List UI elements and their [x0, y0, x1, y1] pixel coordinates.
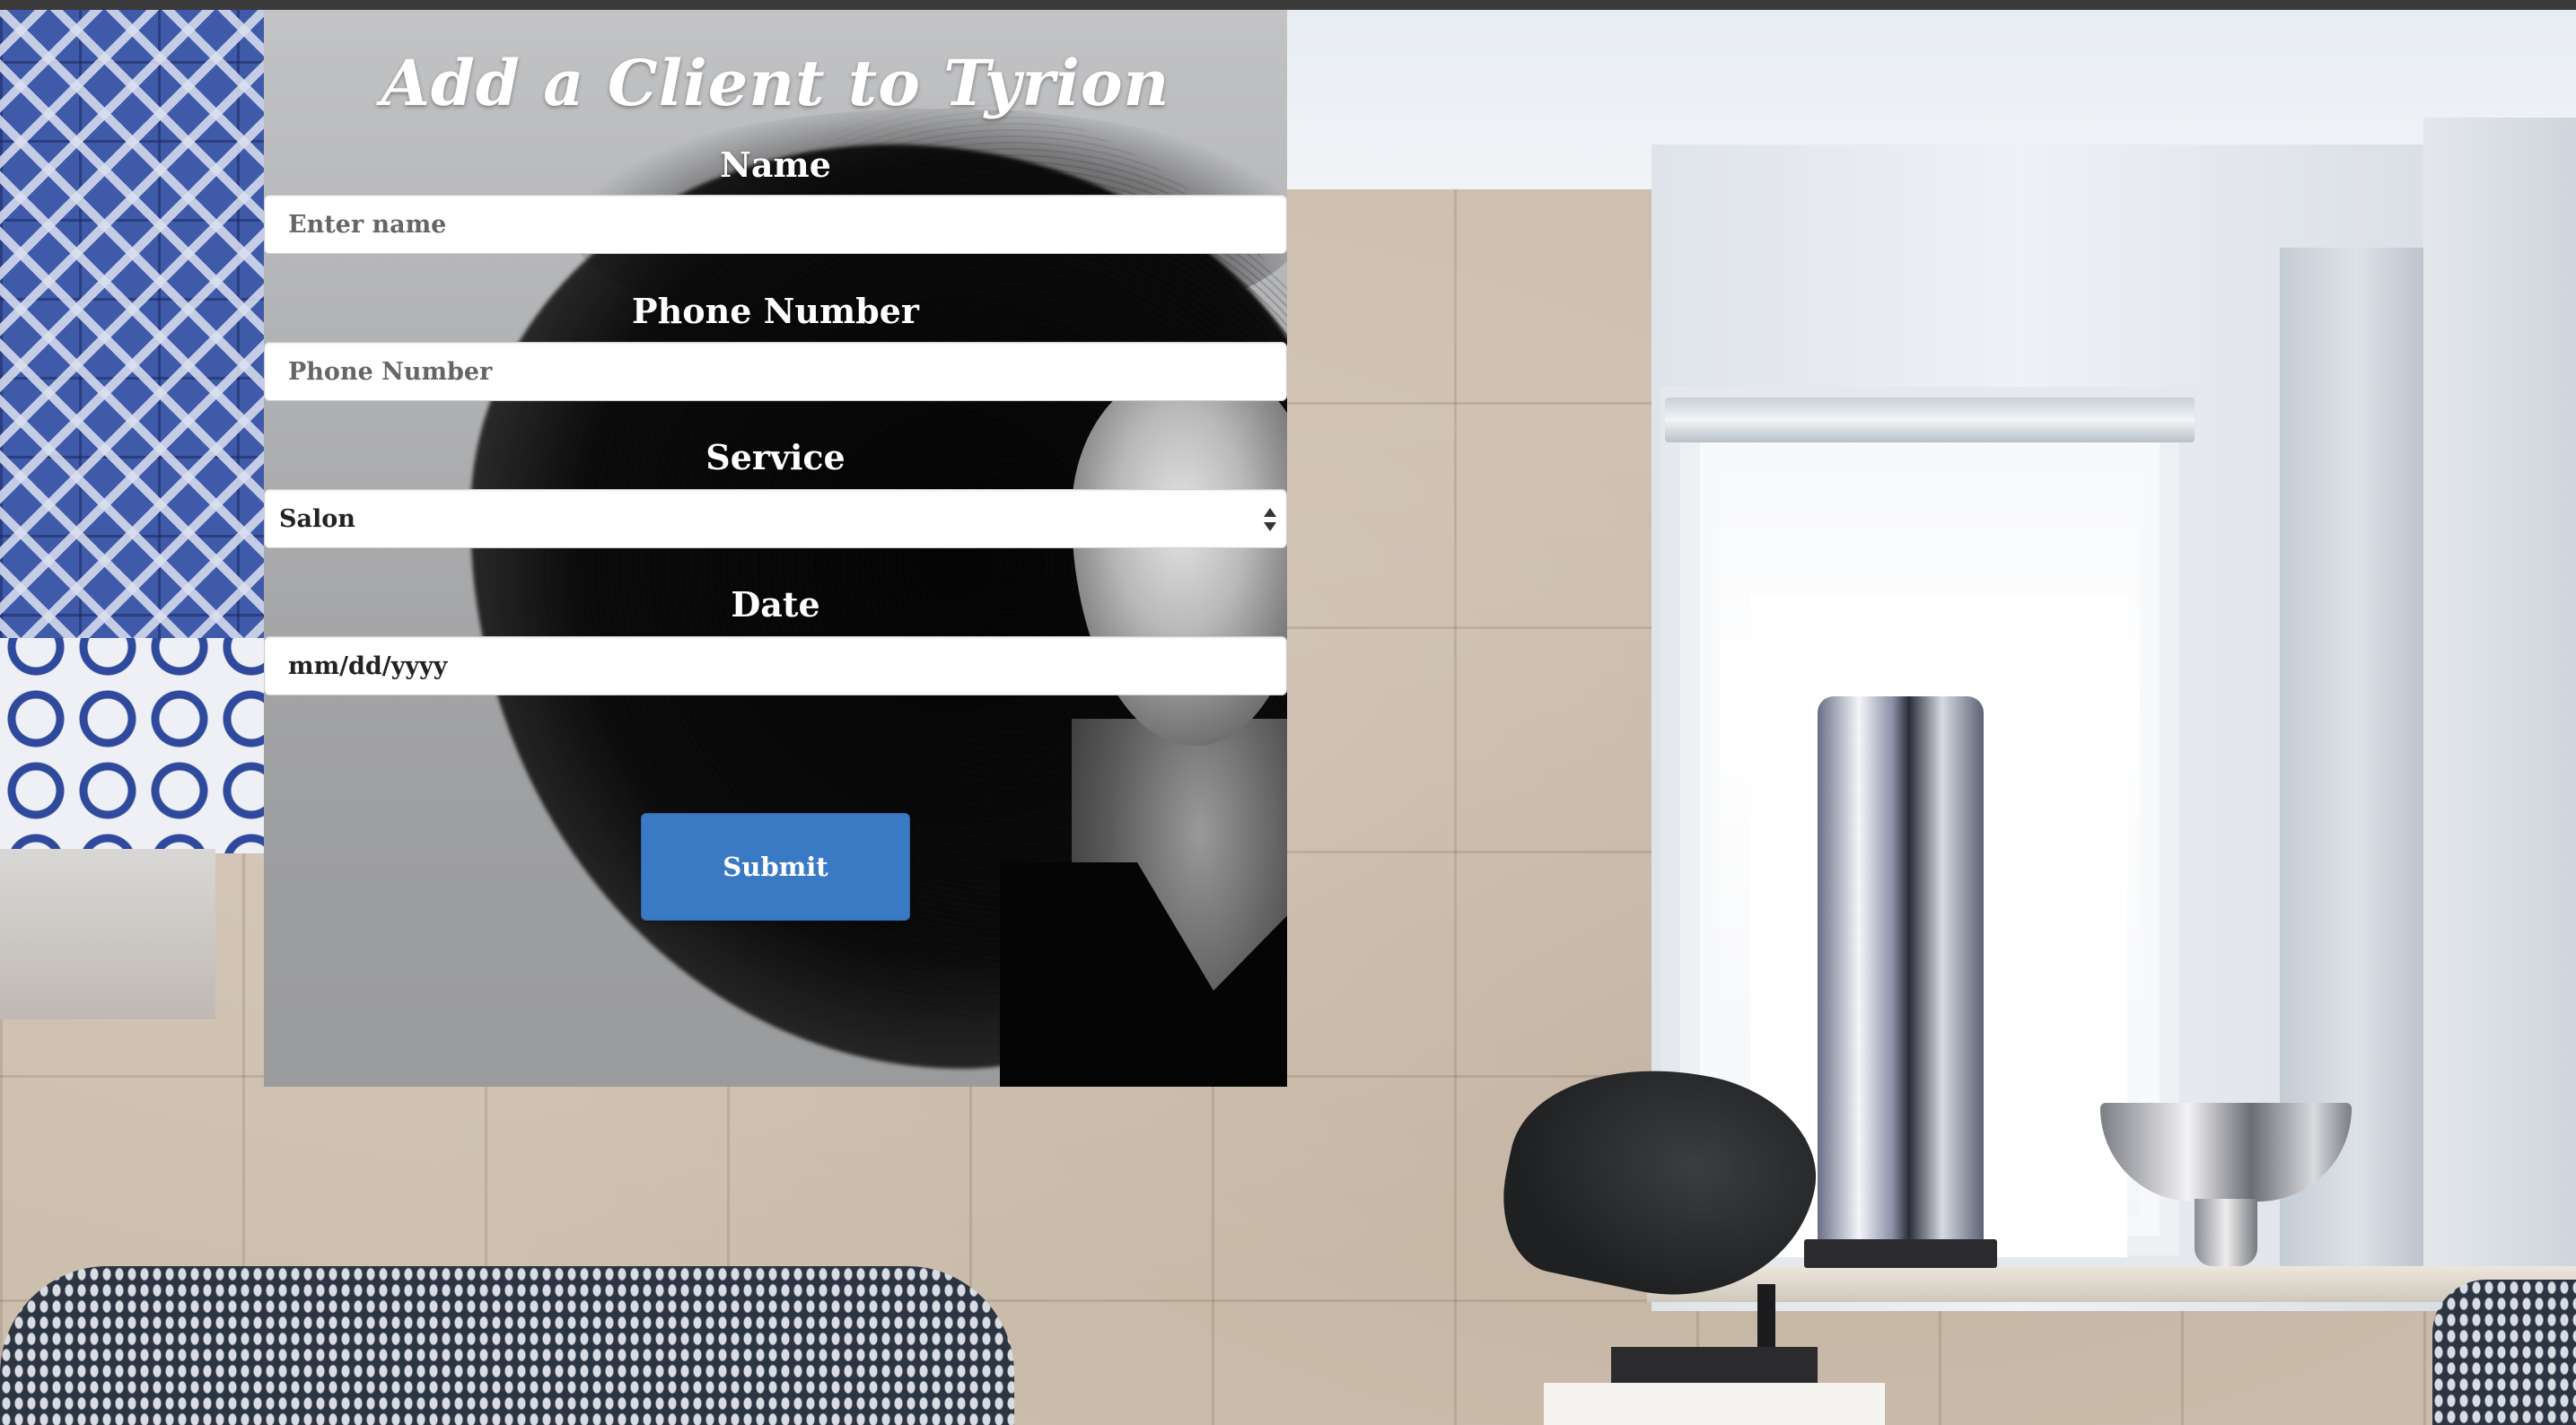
- mosaic-border-band: [0, 638, 265, 853]
- name-label: Name: [720, 144, 831, 185]
- woven-bench-left: [0, 1266, 1014, 1425]
- window-rod: [1665, 398, 2195, 442]
- sculpture-base: [1611, 1347, 1818, 1383]
- date-input[interactable]: mm/dd/yyyy: [264, 636, 1287, 695]
- pedestal: [1544, 1383, 1885, 1425]
- far-wall-pillar: [2423, 118, 2576, 1284]
- window-sill: [1647, 1266, 2576, 1302]
- wall-mirror: [0, 849, 215, 1019]
- name-input[interactable]: Enter name: [264, 195, 1287, 254]
- service-selected-value: Salon: [279, 504, 355, 533]
- service-label: Service: [705, 437, 846, 477]
- browser-top-bar: [0, 0, 2576, 10]
- sculpture-post: [1757, 1284, 1775, 1347]
- service-select[interactable]: Salon: [264, 489, 1287, 548]
- submit-button[interactable]: Submit: [641, 813, 910, 921]
- bowl-stem: [2195, 1199, 2257, 1266]
- date-input-placeholder: mm/dd/yyyy: [288, 651, 448, 680]
- name-input-placeholder: Enter name: [288, 210, 447, 239]
- phone-number-input[interactable]: Phone Number: [264, 342, 1287, 401]
- add-client-form-panel: Add a Client to Tyrion Name Enter name P…: [264, 10, 1287, 1087]
- form-title: Add a Client to Tyrion: [381, 46, 1170, 120]
- date-label: Date: [731, 584, 820, 625]
- phone-number-input-placeholder: Phone Number: [288, 357, 493, 386]
- phone-number-label: Phone Number: [632, 291, 919, 331]
- woven-bench-right: [2432, 1280, 2576, 1425]
- select-up-down-arrows-icon: [1264, 508, 1276, 531]
- dispenser-base: [1804, 1239, 1997, 1268]
- add-client-form: Add a Client to Tyrion Name Enter name P…: [264, 10, 1287, 1087]
- chrome-water-dispenser: [1818, 696, 1984, 1253]
